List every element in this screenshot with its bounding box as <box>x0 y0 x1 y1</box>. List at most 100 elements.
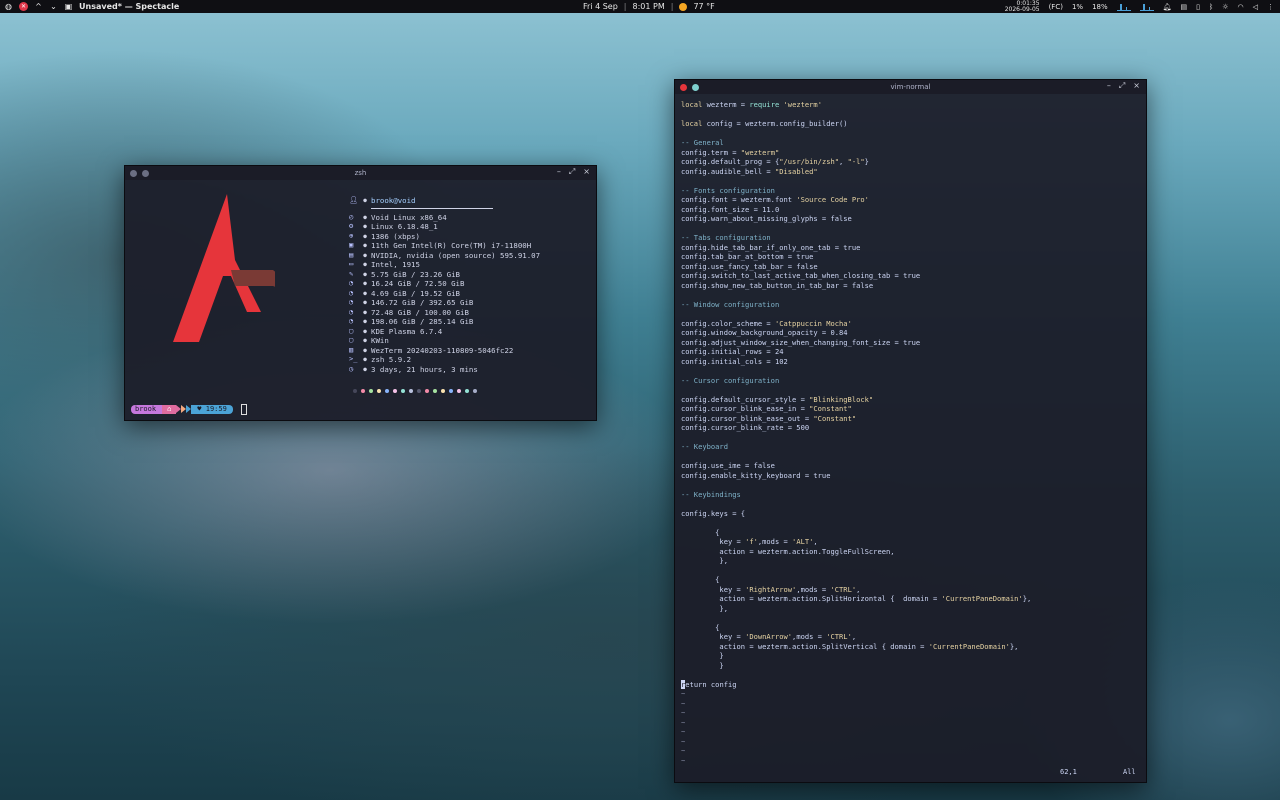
code-comment: -- General <box>681 138 724 147</box>
fetch-row: ▢ ● KDE Plasma 6.7.4 <box>349 327 540 337</box>
fetch-row: ◔ ● 198.06 GiB / 285.14 GiB <box>349 317 540 327</box>
code-line: config.enable_kitty_keyboard = true <box>681 470 831 480</box>
minimize-icon[interactable]: – <box>1107 81 1111 91</box>
code-line: } <box>681 651 724 660</box>
artix-logo <box>173 194 275 342</box>
clipboard-icon[interactable]: ▤ <box>1181 3 1188 11</box>
chevron-up-icon[interactable]: ^ <box>34 2 43 11</box>
home-icon: ⌂ <box>162 405 177 414</box>
clock-date: 2026-09-05 <box>1004 5 1040 13</box>
code-line: config.color_scheme = 'Catppuccin Mocha' <box>681 318 852 328</box>
code-line: action = wezterm.action.SplitHorizontal … <box>681 594 1032 603</box>
secondary-clock[interactable]: 0:01:35 2026-09-05 <box>1004 0 1040 13</box>
disk-graph-icon[interactable] <box>1139 2 1154 11</box>
logo-arc-shape <box>231 270 275 287</box>
chevron-down-icon[interactable]: ⌄ <box>49 2 58 11</box>
code-line: action = wezterm.action.SplitVertical { … <box>681 641 1019 651</box>
vim-titlebar[interactable]: vim-normal – ⤢ × <box>675 80 1146 94</box>
code-line: config.switch_to_last_active_tab_when_cl… <box>681 271 921 280</box>
fetch-user-row: 👤︎ ● brook@void <box>349 196 540 206</box>
code-line: config.cursor_blink_ease_in = "Constant" <box>681 404 852 413</box>
close-icon[interactable]: ✕ <box>19 2 28 11</box>
info-icon: ▭ <box>349 260 354 268</box>
code-line: { <box>681 622 720 632</box>
code-line: config.show_new_tab_button_in_tab_bar = … <box>681 280 874 290</box>
shell-prompt: brook ⌂ ♥ 19:59 <box>131 404 247 415</box>
app-menu-icon[interactable]: ◍ <box>4 2 13 11</box>
clock-widget[interactable]: Fri 4 Sep | 8:01 PM | 77 °F <box>583 0 715 13</box>
wifi-icon[interactable]: ◠ <box>1238 3 1244 11</box>
palette-swatch <box>393 389 397 393</box>
divider: | <box>623 2 627 11</box>
bullet: ● <box>363 327 367 335</box>
info-value: Linux 6.18.48_1 <box>371 222 438 231</box>
maximize-icon[interactable]: ⤢ <box>569 167 575 177</box>
code-line: { <box>681 575 720 584</box>
brightness-icon[interactable]: ☼ <box>1222 3 1228 11</box>
fetch-row: ⚙ ● Linux 6.18.48_1 <box>349 222 540 232</box>
fastfetch-info: 👤︎ ● brook@void ◴ ● Void Linux x86_64 ⚙ ● Lin… <box>349 196 540 374</box>
fetch-row: ◔ ● 72.48 GiB / 100.00 GiB <box>349 308 540 318</box>
info-icon: ◔ <box>349 307 354 316</box>
code-line: config.tab_bar_at_bottom = true <box>681 252 814 261</box>
info-value: 72.48 GiB / 100.00 GiB <box>371 307 469 317</box>
volume-icon[interactable]: ◁ <box>1253 3 1258 11</box>
vim-terminal-window[interactable]: vim-normal – ⤢ × local wezterm = require… <box>674 79 1147 783</box>
fetch-row: ▢ ● KWin <box>349 336 540 346</box>
bluetooth-icon[interactable]: ᛒ <box>1209 3 1213 11</box>
tilde-line: ~ <box>681 746 686 755</box>
bullet: ● <box>363 365 367 373</box>
tilde-line: ~ <box>681 736 686 746</box>
code-line: config.use_ime = false <box>681 461 775 470</box>
zsh-terminal-window[interactable]: zsh – ⤢ × 👤︎ ● brook@void ◴ ● Void Linux x… <box>124 165 597 421</box>
palette-swatch <box>441 389 445 393</box>
battery-icon[interactable]: ▯ <box>1196 3 1200 11</box>
info-value: 11th Gen Intel(R) Core(TM) i7-11800H <box>371 241 532 250</box>
menu-icon[interactable]: ⋮ <box>1267 3 1274 11</box>
code-comment: -- Keyboard <box>681 442 728 451</box>
code-line: config.window_background_opacity = 0.84 <box>681 328 848 337</box>
heart-icon: ♥ <box>197 405 202 413</box>
zsh-titlebar[interactable]: zsh – ⤢ × <box>125 166 596 180</box>
info-value: 16.24 GiB / 72.50 GiB <box>371 279 465 288</box>
bell-icon[interactable]: 🔔︎ <box>1163 3 1172 11</box>
code-line: local config = wezterm.config_builder() <box>681 119 848 128</box>
code-editor[interactable]: local wezterm = require 'wezterm' local … <box>681 100 1031 765</box>
code-line: config.initial_rows = 24 <box>681 347 784 356</box>
palette-swatch <box>401 389 405 393</box>
tilde-line: ~ <box>681 717 686 727</box>
close-icon[interactable]: × <box>1133 81 1140 91</box>
maximize-icon[interactable]: ⤢ <box>1119 81 1125 91</box>
minimize-icon[interactable]: – <box>557 167 561 177</box>
code-comment: -- Cursor configuration <box>681 375 780 385</box>
bullet: ● <box>363 346 367 354</box>
bullet: ● <box>363 280 367 287</box>
code-line: config.cursor_blink_rate = 500 <box>681 423 810 432</box>
info-icon: ◔ <box>349 279 354 287</box>
network-graph-icon[interactable] <box>1116 2 1131 11</box>
palette-swatch <box>377 389 381 393</box>
info-icon: ▢ <box>349 336 354 344</box>
info-value: 3 days, 21 hours, 3 mins <box>371 364 478 374</box>
palette-swatch <box>433 389 437 393</box>
fetch-divider <box>371 207 493 209</box>
bullet: ● <box>363 308 367 316</box>
code-line: config.warn_about_missing_glyphs = false <box>681 214 852 223</box>
code-line: key = 'DownArrow',mods = 'CTRL', <box>681 632 857 641</box>
code-line: config.hide_tab_bar_if_only_one_tab = tr… <box>681 242 861 252</box>
color-palette <box>353 389 477 393</box>
code-comment: -- Window configuration <box>681 299 780 309</box>
info-value: 198.06 GiB / 285.14 GiB <box>371 317 474 326</box>
bullet: ● <box>363 337 367 344</box>
close-icon[interactable]: × <box>583 167 590 177</box>
info-icon: ◔ <box>349 298 354 306</box>
code-line: config.default_cursor_style = "BlinkingB… <box>681 394 874 404</box>
tilde-line: ~ <box>681 708 686 717</box>
